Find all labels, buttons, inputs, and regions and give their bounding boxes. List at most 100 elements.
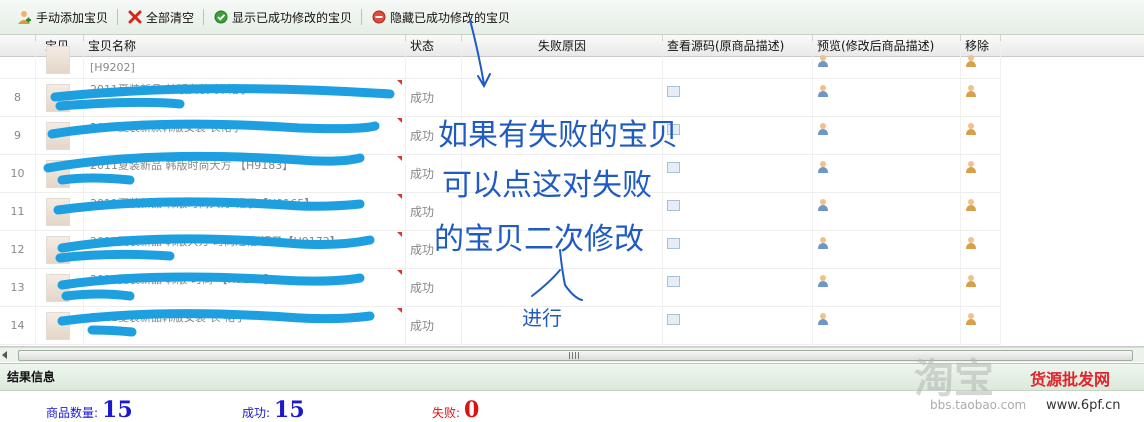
- item-status: 成功: [406, 231, 462, 269]
- item-name: 2011夏装新品 韩版时尚大方 【H9183】: [84, 155, 406, 193]
- row-number: 8: [0, 79, 36, 117]
- table-row[interactable]: 14 2011夏装新品韩版女装 长 裙子 成功: [0, 307, 1001, 345]
- remove-user-icon[interactable]: [965, 161, 977, 173]
- item-thumbnail[interactable]: [36, 41, 84, 79]
- add-manual-label: 手动添加宝贝: [36, 10, 109, 25]
- item-name: 2011夏装新款韩版女装 长裙子: [84, 117, 406, 155]
- table-row[interactable]: 10 2011夏装新品 韩版时尚大方 【H9183】 成功: [0, 155, 1001, 193]
- view-source-cell[interactable]: [663, 79, 813, 117]
- table-row[interactable]: 8 2011夏装新品 韩版女装 长 裙子 成功: [0, 79, 1001, 117]
- document-icon[interactable]: [667, 314, 680, 325]
- view-source-cell[interactable]: [663, 307, 813, 345]
- item-status: 成功: [406, 193, 462, 231]
- preview-user-icon[interactable]: [817, 237, 829, 249]
- horizontal-scrollbar[interactable]: [0, 347, 1144, 362]
- count-label: 商品数量:: [46, 406, 99, 420]
- view-source-cell[interactable]: [663, 41, 813, 79]
- batch-edit-window: 手动添加宝贝 全部清空 显示已成功修改的宝贝 隐藏已成功修改的宝贝 宝贝名称 状…: [0, 0, 1144, 422]
- show-success-button[interactable]: 显示已成功修改的宝贝: [206, 6, 359, 28]
- remove-cell[interactable]: [961, 79, 1001, 117]
- item-thumbnail[interactable]: [36, 79, 84, 117]
- item-reason: [462, 41, 663, 79]
- document-icon[interactable]: [667, 238, 680, 249]
- grid-rows: [H9202] 8 2011夏装新品 韩版女装 长 裙子 成功 9 2011夏装…: [0, 41, 1144, 346]
- document-icon[interactable]: [667, 200, 680, 211]
- add-manual-button[interactable]: 手动添加宝贝: [10, 6, 115, 28]
- scrollbar-thumb[interactable]: [18, 350, 1133, 361]
- document-icon[interactable]: [667, 276, 680, 287]
- item-thumbnail[interactable]: [36, 155, 84, 193]
- item-reason: [462, 231, 663, 269]
- view-source-cell[interactable]: [663, 269, 813, 307]
- document-icon[interactable]: [667, 86, 680, 97]
- table-row[interactable]: [H9202]: [0, 41, 1001, 79]
- remove-cell[interactable]: [961, 117, 1001, 155]
- preview-cell[interactable]: [813, 231, 961, 269]
- hide-success-button[interactable]: 隐藏已成功修改的宝贝: [364, 6, 517, 28]
- remove-cell[interactable]: [961, 231, 1001, 269]
- fail-value: 0: [464, 397, 480, 422]
- item-thumbnail[interactable]: [36, 117, 84, 155]
- preview-user-icon[interactable]: [817, 161, 829, 173]
- row-number: 9: [0, 117, 36, 155]
- preview-cell[interactable]: [813, 117, 961, 155]
- item-reason: [462, 117, 663, 155]
- result-panel: 商品数量: 15 成功: 15 失败: 0: [0, 391, 1144, 422]
- view-source-cell[interactable]: [663, 231, 813, 269]
- item-thumbnail[interactable]: [36, 269, 84, 307]
- preview-user-icon[interactable]: [817, 55, 829, 67]
- preview-user-icon[interactable]: [817, 85, 829, 97]
- remove-user-icon[interactable]: [965, 237, 977, 249]
- table-row[interactable]: 13 2011夏装新品 韩版 时尚 【H9160】 成功: [0, 269, 1001, 307]
- show-success-label: 显示已成功修改的宝贝: [232, 10, 353, 25]
- item-status: 成功: [406, 117, 462, 155]
- preview-cell[interactable]: [813, 155, 961, 193]
- red-minus-icon: [371, 10, 386, 25]
- document-icon[interactable]: [667, 124, 680, 135]
- item-thumbnail[interactable]: [36, 231, 84, 269]
- table-row[interactable]: 11 2011夏装新品 韩版时尚大方 裙子【H9165】 成功: [0, 193, 1001, 231]
- success-label: 成功:: [242, 406, 271, 420]
- remove-user-icon[interactable]: [965, 55, 977, 67]
- preview-cell[interactable]: [813, 269, 961, 307]
- preview-cell[interactable]: [813, 193, 961, 231]
- items-grid: 宝贝 宝贝名称 状态 失败原因 查看源码(原商品描述) 预览(修改后商品描述) …: [0, 35, 1144, 347]
- view-source-cell[interactable]: [663, 117, 813, 155]
- item-name: 2011夏装新品 韩版女装 长 裙子: [84, 79, 406, 117]
- remove-user-icon[interactable]: [965, 199, 977, 211]
- item-status: 成功: [406, 269, 462, 307]
- remove-cell[interactable]: [961, 269, 1001, 307]
- preview-cell[interactable]: [813, 41, 961, 79]
- view-source-cell[interactable]: [663, 193, 813, 231]
- table-row[interactable]: 9 2011夏装新款韩版女装 长裙子 成功: [0, 117, 1001, 155]
- view-source-cell[interactable]: [663, 155, 813, 193]
- preview-user-icon[interactable]: [817, 123, 829, 135]
- success-value: 15: [274, 397, 305, 422]
- clear-all-button[interactable]: 全部清空: [120, 6, 201, 28]
- table-row[interactable]: 12 2011夏装新品 韩版大方 时尚短袖 裙子【H9172】 成功: [0, 231, 1001, 269]
- remove-user-icon[interactable]: [965, 313, 977, 325]
- remove-user-icon[interactable]: [965, 85, 977, 97]
- item-status: 成功: [406, 307, 462, 345]
- preview-user-icon[interactable]: [817, 199, 829, 211]
- remove-user-icon[interactable]: [965, 275, 977, 287]
- document-icon[interactable]: [667, 162, 680, 173]
- preview-cell[interactable]: [813, 307, 961, 345]
- item-status: [406, 41, 462, 79]
- remove-cell[interactable]: [961, 155, 1001, 193]
- preview-user-icon[interactable]: [817, 313, 829, 325]
- preview-cell[interactable]: [813, 79, 961, 117]
- scroll-left-arrow-icon[interactable]: [2, 351, 7, 359]
- row-number: 10: [0, 155, 36, 193]
- preview-user-icon[interactable]: [817, 275, 829, 287]
- remove-cell[interactable]: [961, 41, 1001, 79]
- remove-user-icon[interactable]: [965, 123, 977, 135]
- item-thumbnail[interactable]: [36, 307, 84, 345]
- item-reason: [462, 193, 663, 231]
- row-number: 14: [0, 307, 36, 345]
- fail-label: 失败:: [432, 406, 461, 420]
- remove-cell[interactable]: [961, 307, 1001, 345]
- item-thumbnail[interactable]: [36, 193, 84, 231]
- toolbar-separator: [203, 9, 205, 25]
- remove-cell[interactable]: [961, 193, 1001, 231]
